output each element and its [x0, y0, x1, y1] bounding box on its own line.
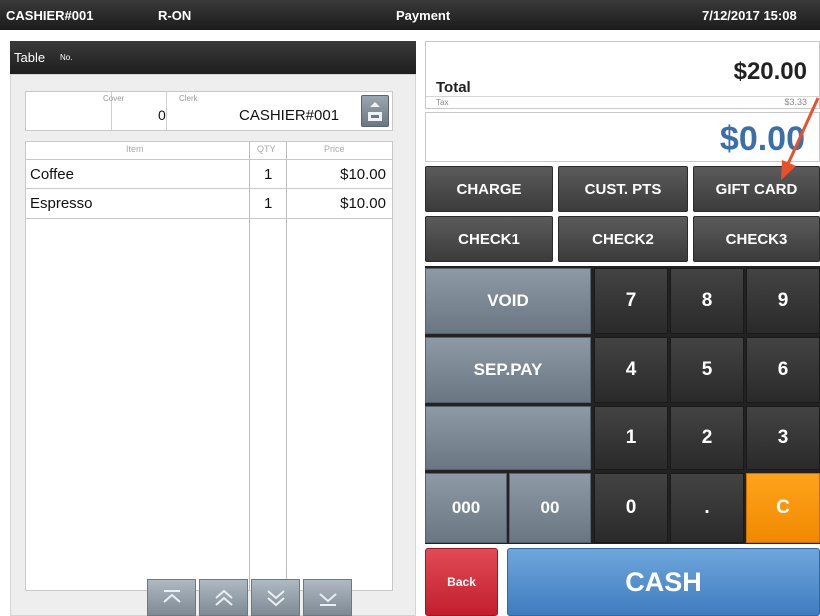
key-4[interactable]: 4 — [594, 337, 668, 403]
status-bar: CASHIER#001 R-ON Payment 7/12/2017 15:08 — [0, 0, 820, 30]
check3-button[interactable]: CHECK3 — [693, 216, 820, 262]
customer-points-button[interactable]: CUST. PTS — [558, 166, 688, 212]
key-3[interactable]: 3 — [746, 406, 820, 470]
totals-panel: Total $20.00 Tax $3.33 — [425, 41, 820, 109]
check1-button[interactable]: CHECK1 — [425, 216, 553, 262]
void-button[interactable]: VOID — [425, 268, 591, 334]
date-time: 7/12/2017 15:08 — [702, 8, 797, 23]
tender-amount-display: $0.00 — [425, 112, 820, 162]
check2-button[interactable]: CHECK2 — [558, 216, 688, 262]
key-decimal[interactable]: . — [670, 473, 744, 543]
key-0[interactable]: 0 — [594, 473, 668, 543]
table-header: Table No. — [10, 41, 416, 74]
column-header-item: Item — [126, 144, 144, 154]
cashier-id: CASHIER#001 — [6, 8, 94, 23]
item-qty: 1 — [264, 166, 273, 183]
column-header-price: Price — [324, 144, 345, 154]
page-down-button[interactable] — [251, 579, 300, 616]
item-name: Espresso — [30, 195, 93, 212]
total-amount: $20.00 — [733, 58, 807, 85]
separate-pay-button[interactable]: SEP.PAY — [425, 337, 591, 403]
tax-amount: $3.33 — [784, 97, 807, 107]
key-6[interactable]: 6 — [746, 337, 820, 403]
clerk-select-icon — [368, 102, 382, 121]
item-price: $10.00 — [340, 195, 386, 212]
page-up-button[interactable] — [199, 579, 248, 616]
key-9[interactable]: 9 — [746, 268, 820, 334]
item-qty: 1 — [264, 195, 273, 212]
total-label: Total — [436, 79, 471, 96]
item-price: $10.00 — [340, 166, 386, 183]
column-header-qty: QTY — [257, 144, 276, 154]
key-000[interactable]: 000 — [425, 473, 507, 543]
charge-button[interactable]: CHARGE — [425, 166, 553, 212]
cover-label: Cover — [103, 94, 125, 103]
screen-title: Payment — [396, 8, 451, 23]
tax-label: Tax — [436, 98, 449, 107]
cash-button[interactable]: CASH — [507, 548, 820, 616]
back-button[interactable]: Back — [425, 548, 498, 616]
table-number-label: No. — [60, 53, 73, 62]
key-8[interactable]: 8 — [670, 268, 744, 334]
blank-function-button[interactable] — [425, 406, 591, 470]
register-mode: R-ON — [158, 8, 192, 23]
scroll-top-button[interactable] — [147, 579, 196, 616]
item-name: Coffee — [30, 166, 74, 183]
page-down-icon — [266, 590, 285, 607]
clerk-value: CASHIER#001 — [239, 107, 340, 124]
page-up-icon — [214, 589, 233, 606]
tender-amount: $0.00 — [719, 120, 805, 158]
scroll-bottom-button[interactable] — [303, 579, 352, 616]
key-00[interactable]: 00 — [509, 473, 591, 543]
scroll-bottom-icon — [318, 593, 337, 606]
order-info: Cover Clerk 0 CASHIER#001 — [25, 91, 393, 131]
key-clear[interactable]: C — [746, 473, 820, 543]
table-label: Table — [14, 50, 46, 65]
clerk-select-button[interactable] — [361, 95, 389, 127]
key-7[interactable]: 7 — [594, 268, 668, 334]
key-2[interactable]: 2 — [670, 406, 744, 470]
scroll-top-icon — [162, 590, 181, 603]
cover-value: 0 — [158, 107, 166, 123]
key-1[interactable]: 1 — [594, 406, 668, 470]
gift-card-button[interactable]: GIFT CARD — [693, 166, 820, 212]
clerk-label: Clerk — [179, 94, 198, 103]
order-items-table: Item QTY Price Coffee 1 $10.00 Espresso … — [25, 141, 393, 591]
key-5[interactable]: 5 — [670, 337, 744, 403]
